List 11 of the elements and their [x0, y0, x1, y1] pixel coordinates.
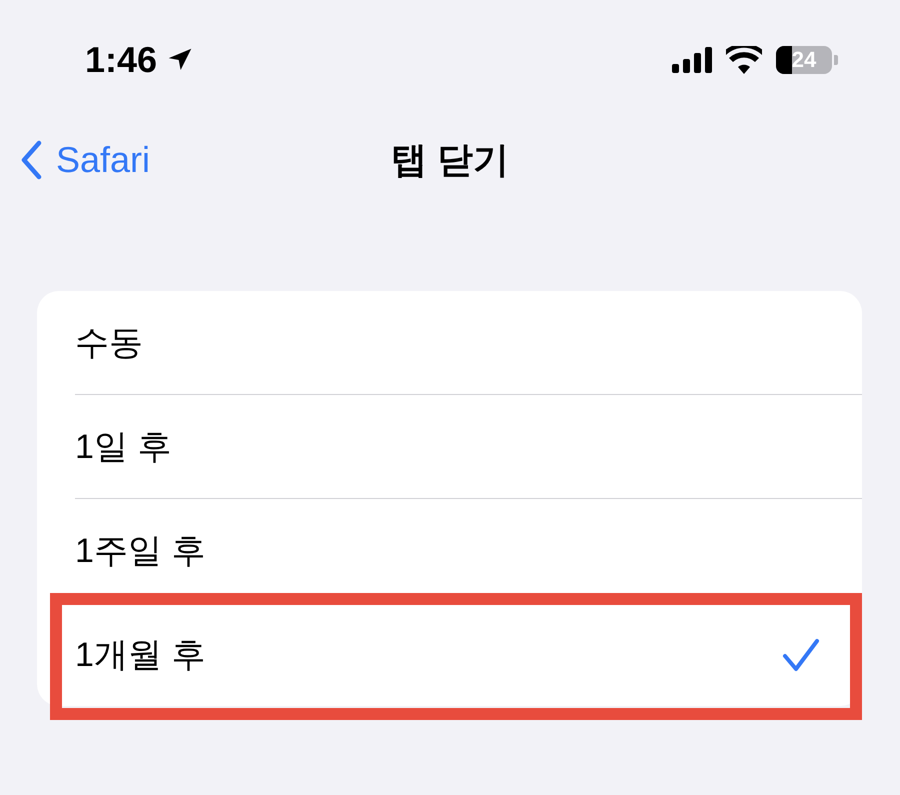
back-button[interactable]: Safari [20, 139, 150, 181]
option-label[interactable]: 1주일 후 [75, 528, 206, 574]
option-label[interactable]: 수동 [75, 320, 143, 366]
chevron-left-icon [20, 140, 42, 180]
option-label[interactable]: 1개월 후 [75, 632, 206, 678]
wifi-icon [726, 46, 762, 74]
page-title: 탭 닫기 [390, 138, 509, 182]
battery-level: 24 [792, 47, 816, 73]
status-time: 1:46 [85, 39, 158, 81]
option-label[interactable]: 1일 후 [75, 424, 172, 470]
signal-icon [672, 47, 712, 73]
